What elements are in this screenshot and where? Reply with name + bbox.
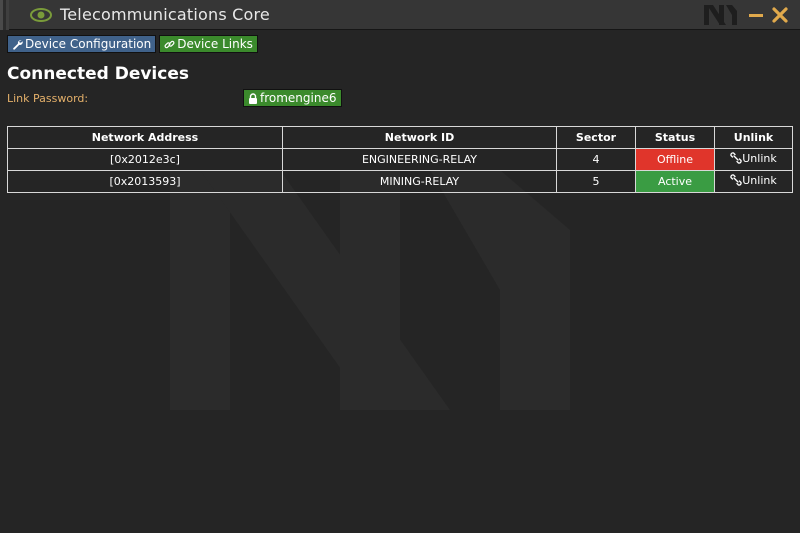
close-icon (772, 7, 788, 23)
password-button[interactable]: fromengine6 (243, 89, 342, 107)
window-title: Telecommunications Core (60, 5, 270, 24)
telecomms-window: Telecommunications Core Device Configura… (0, 0, 800, 533)
unlink-icon (730, 152, 742, 164)
cell-address: [0x2013593] (7, 170, 283, 193)
nt-logo-watermark-icon (170, 170, 570, 410)
unlink-button[interactable]: Unlink (730, 173, 777, 187)
title-bar[interactable]: Telecommunications Core (0, 0, 800, 30)
devices-table: Network Address Network ID Sector Status… (7, 126, 793, 193)
drag-grip[interactable] (0, 0, 14, 30)
lock-icon (249, 92, 257, 104)
close-button[interactable] (768, 2, 792, 28)
minimize-icon (749, 14, 763, 17)
table-header-row: Network Address Network ID Sector Status… (7, 126, 793, 149)
unlink-icon (730, 174, 742, 186)
cell-sector: 4 (556, 148, 636, 171)
password-value: fromengine6 (260, 91, 337, 105)
cell-unlink: Unlink (714, 170, 793, 193)
tab-label: Device Links (177, 37, 253, 51)
password-label: Link Password: (7, 92, 89, 105)
tab-bar: Device Configuration Device Links (7, 35, 793, 53)
link-icon (164, 40, 175, 48)
cell-sector: 5 (556, 170, 636, 193)
status-badge: Active (635, 170, 715, 193)
header-sector: Sector (556, 126, 636, 149)
content-area: Device Configuration Device Links Connec… (0, 30, 800, 198)
status-badge: Offline (635, 148, 715, 171)
cell-network-id: ENGINEERING-RELAY (282, 148, 557, 171)
header-status: Status (635, 126, 715, 149)
unlink-label: Unlink (742, 151, 777, 165)
password-row: Link Password: fromengine6 (7, 89, 793, 109)
cell-network-id: MINING-RELAY (282, 170, 557, 193)
table-row: [0x2013593] MINING-RELAY 5 Active Unlink (7, 170, 793, 193)
unlink-label: Unlink (742, 173, 777, 187)
section-heading: Connected Devices (7, 64, 189, 84)
minimize-button[interactable] (744, 2, 768, 28)
eye-icon (30, 7, 52, 22)
header-network-id: Network ID (282, 126, 557, 149)
header-network-address: Network Address (7, 126, 283, 149)
cell-unlink: Unlink (714, 148, 793, 171)
nt-logo-icon (704, 5, 737, 25)
wrench-icon (13, 39, 23, 50)
unlink-button[interactable]: Unlink (730, 151, 777, 165)
tab-device-configuration[interactable]: Device Configuration (7, 35, 157, 53)
tab-label: Device Configuration (25, 37, 152, 51)
cell-address: [0x2012e3c] (7, 148, 283, 171)
tab-device-links[interactable]: Device Links (159, 35, 258, 53)
table-row: [0x2012e3c] ENGINEERING-RELAY 4 Offline … (7, 148, 793, 171)
header-unlink: Unlink (714, 126, 793, 149)
